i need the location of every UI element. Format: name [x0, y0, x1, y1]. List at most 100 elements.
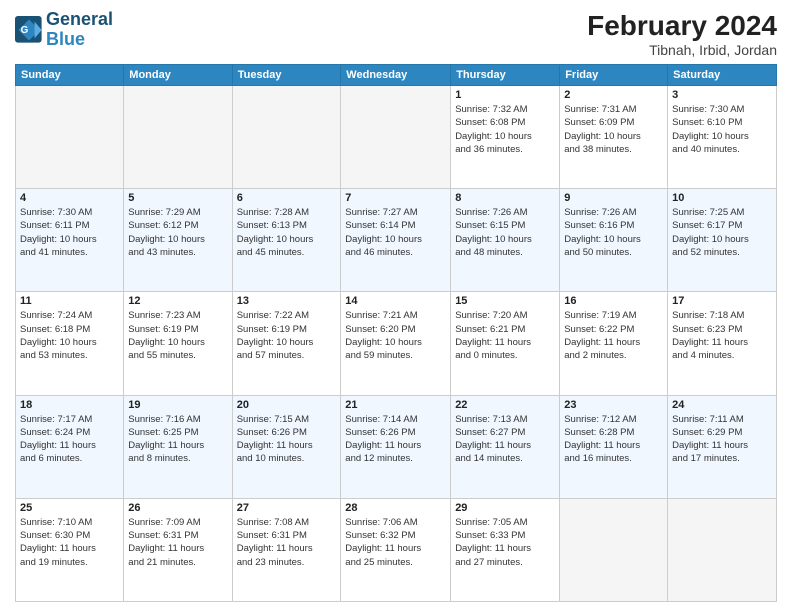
calendar-week-row: 18 Sunrise: 7:17 AMSunset: 6:24 PMDayligh…	[16, 395, 777, 498]
calendar-week-row: 1 Sunrise: 7:32 AMSunset: 6:08 PMDaylight…	[16, 86, 777, 189]
calendar-header-cell: Wednesday	[341, 65, 451, 86]
calendar-day-cell	[560, 498, 668, 601]
day-number: 10	[672, 192, 772, 204]
day-info: Sunrise: 7:10 AMSunset: 6:30 PMDaylight:…	[20, 516, 119, 569]
day-info: Sunrise: 7:21 AMSunset: 6:20 PMDaylight:…	[345, 309, 446, 362]
calendar-day-cell: 3Sunrise: 7:30 AMSunset: 6:10 PMDaylight…	[668, 86, 777, 189]
day-info: Sunrise: 7:11 AMSunset: 6:29 PMDaylight:…	[672, 413, 772, 466]
day-number: 25	[20, 502, 119, 514]
svg-text:G: G	[21, 25, 29, 36]
calendar-day-cell: 22 Sunrise: 7:13 AMSunset: 6:27 PMDayligh…	[451, 395, 560, 498]
day-info: Sunrise: 7:30 AMSunset: 6:11 PMDaylight:…	[20, 206, 119, 259]
day-info: Sunrise: 7:31 AMSunset: 6:09 PMDaylight:…	[564, 103, 663, 156]
calendar-day-cell	[124, 86, 232, 189]
calendar-day-cell: 2 Sunrise: 7:31 AMSunset: 6:09 PMDaylight…	[560, 86, 668, 189]
day-number: 22	[455, 399, 555, 411]
day-number: 4	[20, 192, 119, 204]
day-number: 6	[237, 192, 337, 204]
calendar-week-row: 4 Sunrise: 7:30 AMSunset: 6:11 PMDaylight…	[16, 189, 777, 292]
day-info: Sunrise: 7:09 AMSunset: 6:31 PMDaylight:…	[128, 516, 227, 569]
day-info: Sunrise: 7:29 AMSunset: 6:12 PMDaylight:…	[128, 206, 227, 259]
month-title: February 2024	[587, 10, 777, 42]
day-number: 28	[345, 502, 446, 514]
logo: G General Blue	[15, 10, 113, 50]
calendar-day-cell: 14 Sunrise: 7:21 AMSunset: 6:20 PMDayligh…	[341, 292, 451, 395]
calendar-day-cell: 4 Sunrise: 7:30 AMSunset: 6:11 PMDaylight…	[16, 189, 124, 292]
day-info: Sunrise: 7:15 AMSunset: 6:26 PMDaylight:…	[237, 413, 337, 466]
day-number: 15	[455, 295, 555, 307]
day-number: 18	[20, 399, 119, 411]
calendar-header-cell: Tuesday	[232, 65, 341, 86]
calendar-day-cell: 7 Sunrise: 7:27 AMSunset: 6:14 PMDaylight…	[341, 189, 451, 292]
day-number: 27	[237, 502, 337, 514]
calendar-day-cell: 19 Sunrise: 7:16 AMSunset: 6:25 PMDayligh…	[124, 395, 232, 498]
calendar-day-cell: 10 Sunrise: 7:25 AMSunset: 6:17 PMDayligh…	[668, 189, 777, 292]
day-number: 14	[345, 295, 446, 307]
calendar-day-cell: 9 Sunrise: 7:26 AMSunset: 6:16 PMDaylight…	[560, 189, 668, 292]
day-info: Sunrise: 7:26 AMSunset: 6:15 PMDaylight:…	[455, 206, 555, 259]
day-number: 12	[128, 295, 227, 307]
day-info: Sunrise: 7:05 AMSunset: 6:33 PMDaylight:…	[455, 516, 555, 569]
day-info: Sunrise: 7:14 AMSunset: 6:26 PMDaylight:…	[345, 413, 446, 466]
calendar-header-cell: Sunday	[16, 65, 124, 86]
header: G General Blue February 2024 Tibnah, Irb…	[15, 10, 777, 58]
calendar-day-cell: 11Sunrise: 7:24 AMSunset: 6:18 PMDayligh…	[16, 292, 124, 395]
calendar-day-cell: 25 Sunrise: 7:10 AMSunset: 6:30 PMDayligh…	[16, 498, 124, 601]
day-info: Sunrise: 7:16 AMSunset: 6:25 PMDaylight:…	[128, 413, 227, 466]
day-info: Sunrise: 7:25 AMSunset: 6:17 PMDaylight:…	[672, 206, 772, 259]
day-info: Sunrise: 7:17 AMSunset: 6:24 PMDaylight:…	[20, 413, 119, 466]
day-info: Sunrise: 7:23 AMSunset: 6:19 PMDaylight:…	[128, 309, 227, 362]
day-info: Sunrise: 7:20 AMSunset: 6:21 PMDaylight:…	[455, 309, 555, 362]
page: G General Blue February 2024 Tibnah, Irb…	[0, 0, 792, 612]
calendar-week-row: 25 Sunrise: 7:10 AMSunset: 6:30 PMDayligh…	[16, 498, 777, 601]
day-number: 24	[672, 399, 772, 411]
day-info: Sunrise: 7:30 AMSunset: 6:10 PMDaylight:…	[672, 103, 772, 156]
calendar-header-cell: Friday	[560, 65, 668, 86]
calendar-day-cell: 26Sunrise: 7:09 AMSunset: 6:31 PMDayligh…	[124, 498, 232, 601]
day-info: Sunrise: 7:28 AMSunset: 6:13 PMDaylight:…	[237, 206, 337, 259]
day-number: 21	[345, 399, 446, 411]
day-info: Sunrise: 7:12 AMSunset: 6:28 PMDaylight:…	[564, 413, 663, 466]
calendar-header-cell: Monday	[124, 65, 232, 86]
day-number: 5	[128, 192, 227, 204]
calendar-day-cell: 23 Sunrise: 7:12 AMSunset: 6:28 PMDayligh…	[560, 395, 668, 498]
day-info: Sunrise: 7:24 AMSunset: 6:18 PMDaylight:…	[20, 309, 119, 362]
day-number: 9	[564, 192, 663, 204]
calendar-table: SundayMondayTuesdayWednesdayThursdayFrid…	[15, 64, 777, 602]
day-number: 20	[237, 399, 337, 411]
day-info: Sunrise: 7:27 AMSunset: 6:14 PMDaylight:…	[345, 206, 446, 259]
calendar-day-cell: 18 Sunrise: 7:17 AMSunset: 6:24 PMDayligh…	[16, 395, 124, 498]
calendar-day-cell	[232, 86, 341, 189]
day-number: 29	[455, 502, 555, 514]
calendar-header-cell: Thursday	[451, 65, 560, 86]
day-number: 19	[128, 399, 227, 411]
day-info: Sunrise: 7:13 AMSunset: 6:27 PMDaylight:…	[455, 413, 555, 466]
calendar-header-row: SundayMondayTuesdayWednesdayThursdayFrid…	[16, 65, 777, 86]
calendar-day-cell: 16Sunrise: 7:19 AMSunset: 6:22 PMDayligh…	[560, 292, 668, 395]
day-number: 2	[564, 89, 663, 101]
day-info: Sunrise: 7:08 AMSunset: 6:31 PMDaylight:…	[237, 516, 337, 569]
calendar-day-cell	[341, 86, 451, 189]
day-info: Sunrise: 7:19 AMSunset: 6:22 PMDaylight:…	[564, 309, 663, 362]
calendar-day-cell: 20 Sunrise: 7:15 AMSunset: 6:26 PMDayligh…	[232, 395, 341, 498]
calendar-day-cell: 12 Sunrise: 7:23 AMSunset: 6:19 PMDayligh…	[124, 292, 232, 395]
calendar-day-cell	[668, 498, 777, 601]
calendar-day-cell: 15 Sunrise: 7:20 AMSunset: 6:21 PMDayligh…	[451, 292, 560, 395]
title-area: February 2024 Tibnah, Irbid, Jordan	[587, 10, 777, 58]
day-info: Sunrise: 7:32 AMSunset: 6:08 PMDaylight:…	[455, 103, 555, 156]
day-number: 13	[237, 295, 337, 307]
day-number: 7	[345, 192, 446, 204]
day-info: Sunrise: 7:26 AMSunset: 6:16 PMDaylight:…	[564, 206, 663, 259]
calendar-day-cell: 21 Sunrise: 7:14 AMSunset: 6:26 PMDayligh…	[341, 395, 451, 498]
logo-icon: G	[15, 16, 43, 44]
calendar-day-cell: 13Sunrise: 7:22 AMSunset: 6:19 PMDayligh…	[232, 292, 341, 395]
day-number: 23	[564, 399, 663, 411]
calendar-day-cell: 17Sunrise: 7:18 AMSunset: 6:23 PMDayligh…	[668, 292, 777, 395]
calendar-day-cell: 29 Sunrise: 7:05 AMSunset: 6:33 PMDayligh…	[451, 498, 560, 601]
day-number: 8	[455, 192, 555, 204]
day-number: 1	[455, 89, 555, 101]
calendar-day-cell: 5 Sunrise: 7:29 AMSunset: 6:12 PMDaylight…	[124, 189, 232, 292]
calendar-header-cell: Saturday	[668, 65, 777, 86]
calendar-body: 1 Sunrise: 7:32 AMSunset: 6:08 PMDaylight…	[16, 86, 777, 602]
location: Tibnah, Irbid, Jordan	[587, 42, 777, 58]
